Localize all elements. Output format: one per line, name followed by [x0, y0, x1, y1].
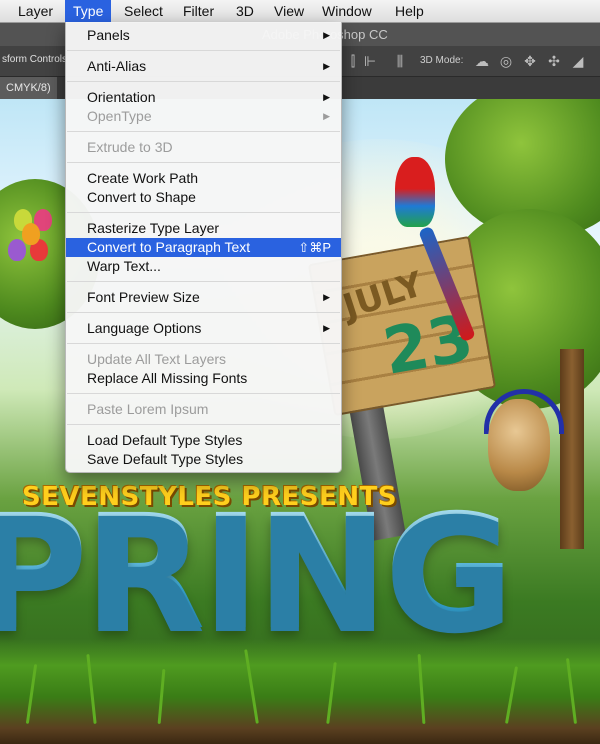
menu-item-label: Orientation [87, 89, 156, 105]
rotate-3d-icon[interactable]: ☁ [474, 53, 490, 69]
menu-separator [67, 50, 340, 51]
menu-item-rasterize-type-layer[interactable]: Rasterize Type Layer [66, 219, 341, 238]
menu-item-convert-to-shape[interactable]: Convert to Shape [66, 188, 341, 207]
submenu-arrow-icon: ▶ [323, 111, 330, 121]
right-tree-trunk [560, 349, 584, 549]
submenu-arrow-icon: ▶ [323, 61, 330, 71]
menu-layer[interactable]: Layer [10, 0, 61, 22]
menu-separator [67, 281, 340, 282]
grass-blade [326, 662, 337, 724]
type-menu-dropdown: Panels ▶ Anti-Alias ▶ Orientation ▶ Open… [65, 22, 342, 473]
grass-blade [25, 664, 38, 724]
3d-mode-label: 3D Mode: [420, 55, 464, 66]
menu-separator [67, 81, 340, 82]
menu-item-panels[interactable]: Panels ▶ [66, 26, 341, 45]
menu-item-label: Convert to Shape [87, 189, 196, 205]
shortcut-label: ⇧⌘P [298, 240, 331, 255]
menu-bar: Layer Type Select Filter 3D View Window … [0, 0, 600, 23]
grass-blade [157, 668, 166, 725]
menu-item-label: Paste Lorem Ipsum [87, 401, 209, 417]
grass-blade [417, 653, 426, 725]
transform-controls-label[interactable]: sform Controls [2, 54, 67, 65]
chipmunk [488, 399, 550, 491]
menu-separator [67, 212, 340, 213]
scale-3d-icon[interactable]: ◢ [570, 53, 586, 69]
menu-item-label: Create Work Path [87, 170, 199, 186]
menu-item-anti-alias[interactable]: Anti-Alias ▶ [66, 57, 341, 76]
menu-item-label: Anti-Alias [87, 58, 147, 74]
menu-item-extrude-3d: Extrude to 3D [66, 138, 341, 157]
distribute-icon[interactable]: ⫼ [392, 53, 408, 69]
menu-separator [67, 162, 340, 163]
menu-item-label: Extrude to 3D [87, 139, 173, 155]
menu-item-language-options[interactable]: Language Options ▶ [66, 319, 341, 338]
menu-item-label: Load Default Type Styles [87, 432, 243, 448]
menu-item-label: Language Options [87, 320, 202, 336]
grass-blade [86, 654, 97, 724]
menu-item-load-default-type-styles[interactable]: Load Default Type Styles [66, 431, 341, 450]
menu-item-label: Convert to Paragraph Text [87, 239, 251, 255]
grass-blade [565, 658, 578, 724]
submenu-arrow-icon: ▶ [323, 323, 330, 333]
menu-item-label: Save Default Type Styles [87, 451, 244, 467]
document-tab[interactable]: CMYK/8) [0, 77, 57, 99]
submenu-arrow-icon: ▶ [323, 92, 330, 102]
menu-view[interactable]: View [266, 0, 312, 22]
menu-item-font-preview-size[interactable]: Font Preview Size ▶ [66, 288, 341, 307]
grass-blade [504, 666, 519, 724]
menu-item-create-work-path[interactable]: Create Work Path [66, 169, 341, 188]
balloon-orange [22, 223, 40, 245]
menu-select[interactable]: Select [116, 0, 171, 22]
parrot [395, 157, 435, 227]
menu-item-label: Font Preview Size [87, 289, 200, 305]
menu-separator [67, 131, 340, 132]
submenu-arrow-icon: ▶ [323, 292, 330, 302]
roll-3d-icon[interactable]: ◎ [498, 53, 514, 69]
menu-item-opentype: OpenType ▶ [66, 107, 341, 126]
menu-item-replace-missing-fonts[interactable]: Replace All Missing Fonts [66, 369, 341, 388]
align-center-icon[interactable]: ⫿ [345, 53, 361, 69]
menu-separator [67, 312, 340, 313]
menu-item-convert-to-paragraph-text[interactable]: Convert to Paragraph Text ⇧⌘P [66, 238, 341, 257]
menu-item-label: OpenType [87, 108, 152, 124]
align-right-icon[interactable]: ⊩ [362, 53, 378, 69]
menu-item-label: Rasterize Type Layer [87, 220, 220, 236]
menu-help[interactable]: Help [387, 0, 432, 22]
menu-item-label: Replace All Missing Fonts [87, 370, 248, 386]
menu-item-label: Warp Text... [87, 258, 161, 274]
menu-separator [67, 393, 340, 394]
grass-ground [0, 639, 600, 744]
grass-blade [244, 649, 259, 724]
submenu-arrow-icon: ▶ [323, 30, 330, 40]
menu-item-orientation[interactable]: Orientation ▶ [66, 88, 341, 107]
menu-item-label: Update All Text Layers [87, 351, 227, 367]
menu-item-label: Panels [87, 27, 130, 43]
menu-filter[interactable]: Filter [175, 0, 222, 22]
spring-title: PRING [0, 494, 514, 652]
menu-type[interactable]: Type [65, 0, 112, 22]
menu-separator [67, 343, 340, 344]
slide-3d-icon[interactable]: ✣ [546, 53, 562, 69]
drag-3d-icon[interactable]: ✥ [522, 53, 538, 69]
menu-separator [67, 424, 340, 425]
menu-item-warp-text[interactable]: Warp Text... [66, 257, 341, 276]
menu-item-save-default-type-styles[interactable]: Save Default Type Styles [66, 450, 341, 469]
menu-3d[interactable]: 3D [228, 0, 262, 22]
menu-window[interactable]: Window [314, 0, 380, 22]
menu-item-update-all-text-layers: Update All Text Layers [66, 350, 341, 369]
balloon-purple [8, 239, 26, 261]
menu-item-paste-lorem-ipsum: Paste Lorem Ipsum [66, 400, 341, 419]
